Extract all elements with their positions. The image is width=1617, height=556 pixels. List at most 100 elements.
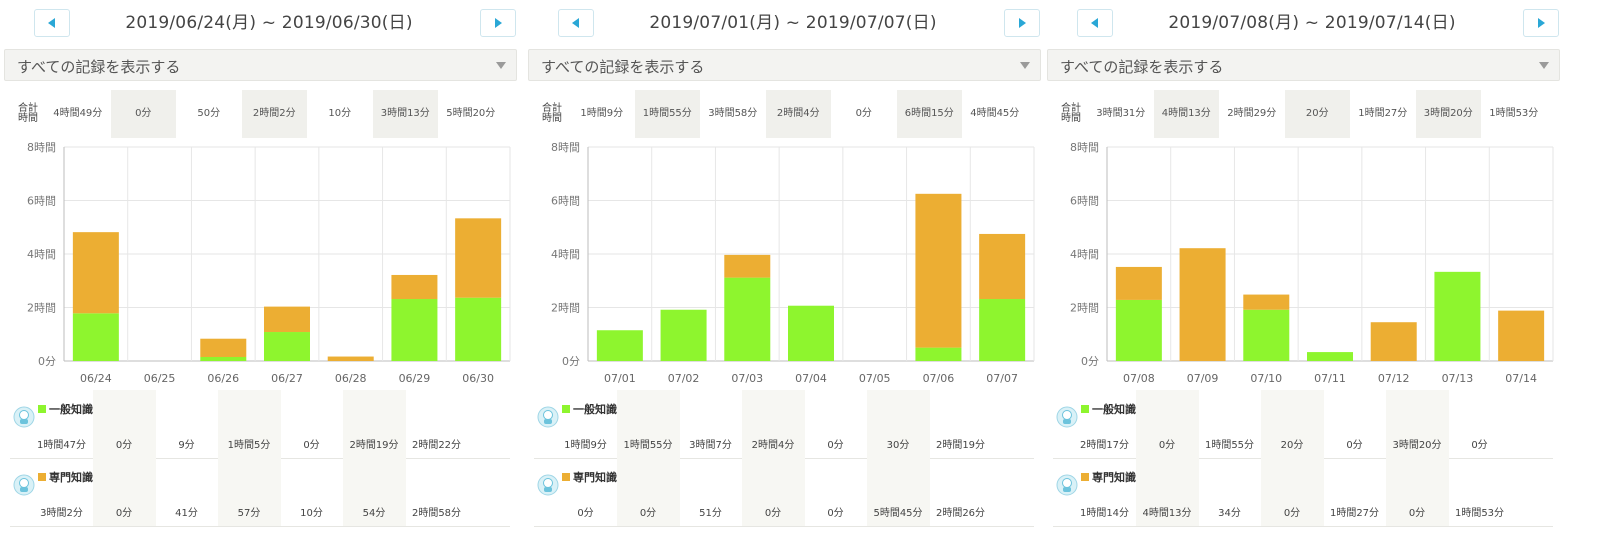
legend-swatch (1081, 473, 1089, 481)
daily-total-cell: 2時間29分 (1227, 108, 1277, 119)
subject-row-general: 一般知識 1時間9分 1時間55分 3時間7分 2時間4分 0分 30分 2時間19分 (534, 390, 1034, 459)
subject-day-time: 0分 (1346, 440, 1363, 451)
bar-general (660, 309, 707, 361)
subject-label-specialty: 専門知識 (1081, 469, 1136, 485)
subject-day-time: 0分 (1283, 508, 1301, 519)
daily-total-cell: 0分 (110, 90, 176, 138)
bar-general (200, 356, 247, 361)
bar-specialty (200, 338, 247, 357)
character-avatar-icon (13, 474, 35, 496)
x-tick-label: 07/11 (1314, 372, 1346, 385)
subject-day-time: 0分 (1471, 440, 1488, 451)
daily-totals-row: 合計 時間 4時間49分 0分 50分 2時間2分 10分 3時間13分 5時間20分 (10, 90, 520, 138)
y-tick-label: 4時間 (1070, 248, 1099, 261)
chevron-left-icon (1091, 18, 1098, 28)
legend-swatch (562, 473, 570, 481)
x-tick-label: 07/13 (1442, 372, 1474, 385)
week-range-title: 2019/07/01(月) ~ 2019/07/07(日) (649, 13, 937, 33)
bar-specialty (72, 232, 119, 314)
y-tick-label: 2時間 (1070, 302, 1099, 315)
y-tick-label: 0分 (562, 355, 580, 368)
subject-name: 一般知識 (573, 403, 617, 416)
bar-general (1243, 309, 1290, 361)
x-tick-label: 06/28 (335, 372, 367, 385)
subject-name: 専門知識 (573, 471, 617, 484)
subject-day-time: 2時間4分 (751, 440, 795, 451)
subject-day-time: 1時間55分 (1204, 440, 1255, 451)
next-week-button[interactable] (1523, 9, 1559, 37)
week-range-title: 2019/06/24(月) ~ 2019/06/30(日) (125, 13, 413, 33)
daily-total-cell: 0分 (855, 108, 872, 119)
daily-total-cell: 1時間9分 (580, 108, 624, 119)
subject-day-time: 4時間13分 (1142, 508, 1192, 519)
next-week-button[interactable] (1004, 9, 1040, 37)
y-tick-label: 8時間 (1070, 141, 1099, 154)
chevron-left-icon (572, 18, 579, 28)
prev-week-button[interactable] (558, 9, 594, 37)
bar-specialty (327, 356, 374, 361)
character-avatar-icon (13, 406, 35, 428)
prev-week-button[interactable] (1077, 9, 1113, 37)
subject-day-time: 1時間47分 (36, 440, 87, 451)
caret-down-icon (1539, 62, 1549, 69)
y-tick-label: 8時間 (551, 141, 580, 154)
bar-general (596, 330, 643, 361)
stacked-bar-chart: 0分 2時間 4時間 6時間 8時間 07/08 07/09 07/10 07/11 07/12 0… (1070, 141, 1554, 385)
totals-label-line2: 時間 (18, 113, 38, 124)
daily-total-cell: 4時間13分 (1153, 90, 1219, 138)
subject-day-time: 30分 (886, 440, 910, 451)
character-avatar-icon (537, 406, 559, 428)
record-filter-select[interactable]: すべての記録を表示する (1047, 49, 1560, 81)
subject-day-time: 0分 (577, 508, 594, 519)
record-filter-select[interactable]: すべての記録を表示する (4, 49, 517, 81)
bar-general (915, 347, 962, 361)
legend-swatch (38, 473, 46, 481)
subject-row-specialty: 専門知識 1時間14分 4時間13分 34分 0分 1時間27分 0分 1時間53分 (1053, 458, 1553, 527)
subject-label-general: 一般知識 (1081, 401, 1136, 417)
subject-day-time: 1時間53分 (1454, 508, 1505, 519)
daily-total-cell: 3時間13分 (372, 90, 438, 138)
x-tick-label: 06/25 (144, 372, 176, 385)
bar-specialty (1498, 310, 1545, 361)
totals-label: 合計 時間 (18, 104, 38, 124)
x-tick-label: 06/29 (399, 372, 431, 385)
y-tick-label: 2時間 (27, 302, 56, 315)
bar-general (724, 277, 771, 361)
totals-label-line2: 時間 (1061, 113, 1081, 124)
x-tick-label: 06/26 (207, 372, 239, 385)
y-tick-label: 2時間 (551, 302, 580, 315)
y-tick-label: 6時間 (27, 195, 56, 208)
x-tick-label: 07/08 (1123, 372, 1155, 385)
daily-total-cell: 5時間20分 (446, 108, 496, 119)
y-tick-label: 4時間 (27, 248, 56, 261)
subject-day-time: 0分 (764, 508, 782, 519)
daily-total-cell: 10分 (328, 108, 352, 119)
daily-total-cell: 3時間58分 (708, 108, 758, 119)
bar-specialty (1115, 266, 1162, 300)
x-tick-label: 07/09 (1187, 372, 1219, 385)
next-week-button[interactable] (480, 9, 516, 37)
subject-day-time: 9分 (178, 440, 195, 451)
x-tick-label: 07/06 (923, 372, 955, 385)
bar-general (391, 299, 438, 361)
y-tick-label: 0分 (38, 355, 56, 368)
legend-swatch (1081, 405, 1089, 413)
stacked-bar-chart: 0分 2時間 4時間 6時間 8時間 06/24 06/25 06/26 06/27 06/28 0… (27, 141, 511, 385)
record-filter-select[interactable]: すべての記録を表示する (528, 49, 1041, 81)
subject-day-time: 41分 (175, 508, 198, 519)
chevron-right-icon (495, 18, 502, 28)
week-panel: 2019/07/08(月) ~ 2019/07/14(日) すべての記録を表示する… (1043, 0, 1581, 556)
x-tick-label: 07/02 (668, 372, 700, 385)
subject-day-time: 0分 (1408, 508, 1426, 519)
subject-day-time: 1時間5分 (227, 440, 271, 451)
daily-total-cell: 20分 (1284, 90, 1350, 138)
prev-week-button[interactable] (34, 9, 70, 37)
bar-specialty (915, 193, 962, 348)
subject-day-time: 3時間20分 (1392, 440, 1442, 451)
character-avatar-icon (1056, 406, 1078, 428)
x-tick-label: 07/07 (986, 372, 1018, 385)
subject-name: 専門知識 (49, 471, 93, 484)
subject-day-time: 5時間45分 (873, 508, 923, 519)
legend-swatch (38, 405, 46, 413)
week-panel: 2019/06/24(月) ~ 2019/06/30(日) すべての記録を表示する… (0, 0, 538, 556)
